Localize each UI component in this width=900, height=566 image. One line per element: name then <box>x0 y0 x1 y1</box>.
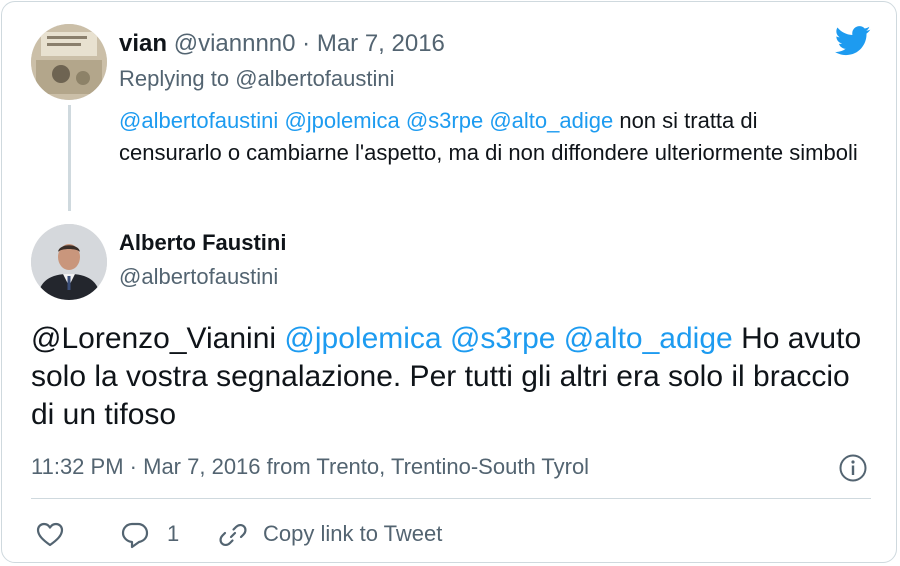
tweet-location: from Trento, Trentino-South Tyrol <box>266 454 590 479</box>
avatar-image <box>31 24 107 100</box>
tweet-metadata: 11:32 PM · Mar 7, 2016 from Trento, Tren… <box>31 454 589 480</box>
mention-link[interactable]: @jpolemica <box>284 108 399 133</box>
twitter-bird-icon[interactable] <box>835 26 871 56</box>
replying-prefix: Replying to <box>119 66 230 91</box>
link-icon[interactable] <box>218 520 248 550</box>
reply-tweet-text: @albertofaustini @jpolemica @s3rpe @alto… <box>119 105 859 169</box>
heart-icon[interactable] <box>35 520 65 548</box>
tweet-actions-bar: 1 Copy link to Tweet <box>31 518 871 552</box>
leading-mention: @Lorenzo_Vianini <box>31 322 277 355</box>
mention-link[interactable]: @s3rpe <box>450 322 556 355</box>
mention-link[interactable]: @s3rpe <box>406 108 483 133</box>
info-icon[interactable] <box>838 453 868 483</box>
reply-author-name[interactable]: vian <box>119 30 167 57</box>
main-author-handle[interactable]: @albertofaustini <box>119 264 278 290</box>
replying-handle[interactable]: @albertofaustini <box>235 66 394 91</box>
avatar-image <box>31 224 107 300</box>
copy-link-button[interactable]: Copy link to Tweet <box>263 521 442 547</box>
main-tweet-text: @Lorenzo_Vianini @jpolemica @s3rpe @alto… <box>31 320 871 434</box>
mention-link[interactable]: @jpolemica <box>284 322 441 355</box>
replying-to-line: Replying to @albertofaustini <box>119 66 395 92</box>
avatar-alberto-faustini[interactable] <box>31 224 107 300</box>
reply-date[interactable]: Mar 7, 2016 <box>317 30 445 57</box>
avatar-vian[interactable] <box>31 24 107 100</box>
divider <box>31 498 871 499</box>
main-author-name[interactable]: Alberto Faustini <box>119 230 286 256</box>
tweet-date[interactable]: Mar 7, 2016 <box>143 454 260 479</box>
reply-tweet-header: vian @viannnn0 · Mar 7, 2016 <box>119 30 445 58</box>
reply-icon[interactable] <box>120 520 150 550</box>
reply-author-handle[interactable]: @viannnn0 <box>174 30 296 57</box>
tweet-time[interactable]: 11:32 PM <box>31 454 124 479</box>
meta-separator: · <box>129 454 137 479</box>
header-separator: · <box>302 30 311 57</box>
mention-link[interactable]: @alto_adige <box>489 108 613 133</box>
mention-link[interactable]: @alto_adige <box>564 322 733 355</box>
tweet-embed-card: vian @viannnn0 · Mar 7, 2016 Replying to… <box>1 1 897 563</box>
mention-link[interactable]: @albertofaustini <box>119 108 278 133</box>
reply-count[interactable]: 1 <box>167 521 179 547</box>
thread-connector-line <box>68 105 71 211</box>
